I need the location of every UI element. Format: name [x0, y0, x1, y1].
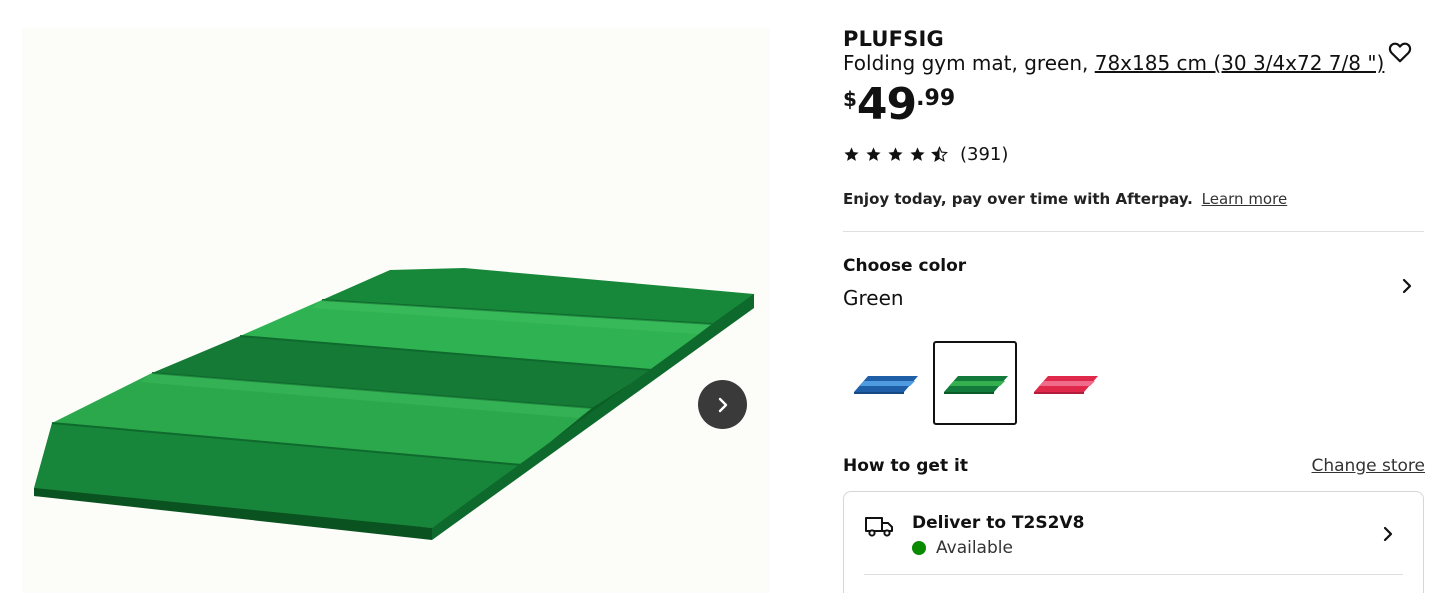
star-icon — [866, 147, 881, 161]
afterpay-learn-more-link[interactable]: Learn more — [1202, 190, 1288, 208]
gym-mat-image — [34, 268, 754, 540]
review-count: (391) — [960, 144, 1009, 165]
star-icon — [844, 147, 859, 161]
heart-icon — [1388, 42, 1412, 63]
color-swatch-blue[interactable] — [843, 341, 927, 425]
next-image-button[interactable] — [698, 380, 747, 429]
star-icon — [888, 147, 903, 161]
rating-summary[interactable]: (391) — [843, 144, 1008, 165]
delivery-option-card[interactable]: Deliver to T2S2V8 Available — [843, 491, 1424, 593]
product-info-panel: PLUFSIG Folding gym mat, green, 78x185 c… — [843, 0, 1425, 593]
rating-stars — [843, 146, 948, 163]
availability-dot — [912, 541, 926, 555]
change-store-link[interactable]: Change store — [1312, 456, 1426, 476]
afterpay-banner: Enjoy today, pay over time with Afterpay… — [843, 190, 1287, 208]
availability-status: Available — [912, 538, 1013, 558]
color-selector[interactable]: Choose color Green — [843, 256, 1425, 310]
chevron-right-icon[interactable] — [1399, 278, 1415, 294]
selected-color: Green — [843, 286, 904, 310]
color-swatch-pink[interactable] — [1023, 341, 1107, 425]
price-whole: 49 — [856, 79, 917, 130]
product-name: PLUFSIG — [843, 27, 944, 51]
product-price: $ 49 .99 — [843, 80, 955, 130]
favorite-button[interactable] — [1387, 39, 1413, 65]
price-cents: .99 — [916, 86, 956, 111]
color-swatches — [843, 341, 1107, 425]
pink-mat-thumbnail — [1034, 376, 1098, 394]
color-section-title: Choose color — [843, 256, 967, 276]
afterpay-message: Enjoy today, pay over time with Afterpay… — [843, 190, 1193, 208]
green-mat-thumbnail — [944, 376, 1008, 394]
color-swatch-green[interactable] — [933, 341, 1017, 425]
half-star-icon — [931, 146, 948, 163]
section-divider — [843, 231, 1424, 232]
how-to-get-it-title: How to get it — [843, 456, 968, 476]
product-image-area — [22, 28, 770, 593]
product-measurements-link[interactable]: 78x185 cm (30 3/4x72 7/8 ") — [1095, 51, 1385, 75]
chevron-right-icon — [718, 397, 727, 412]
availability-text: Available — [936, 538, 1013, 558]
blue-mat-thumbnail — [854, 376, 918, 394]
star-icon — [910, 147, 925, 161]
product-description-text: Folding gym mat, green, — [843, 51, 1095, 75]
chevron-right-icon — [1383, 526, 1393, 542]
price-currency: $ — [843, 87, 857, 111]
card-divider — [864, 574, 1403, 575]
product-description: Folding gym mat, green, 78x185 cm (30 3/… — [843, 51, 1384, 75]
truck-icon — [865, 517, 893, 537]
deliver-to-label: Deliver to T2S2V8 — [912, 513, 1085, 533]
